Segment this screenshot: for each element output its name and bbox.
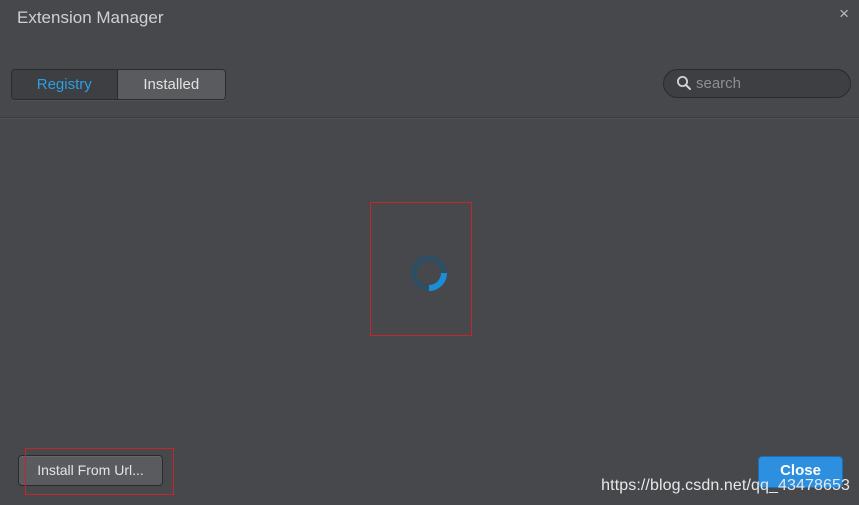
header-divider — [0, 117, 859, 119]
close-icon[interactable]: × — [839, 5, 849, 23]
extension-manager-dialog: Extension Manager × Registry Installed I… — [0, 0, 859, 505]
search-box — [663, 69, 851, 98]
search-icon — [677, 76, 691, 90]
install-from-url-button[interactable]: Install From Url... — [18, 455, 163, 486]
tab-registry[interactable]: Registry — [12, 70, 117, 99]
loading-spinner-icon — [411, 255, 447, 291]
dialog-title: Extension Manager — [17, 8, 164, 27]
tab-group: Registry Installed — [11, 69, 226, 100]
search-input[interactable] — [696, 73, 844, 94]
close-button[interactable]: Close — [758, 456, 843, 488]
tab-installed[interactable]: Installed — [116, 70, 225, 99]
